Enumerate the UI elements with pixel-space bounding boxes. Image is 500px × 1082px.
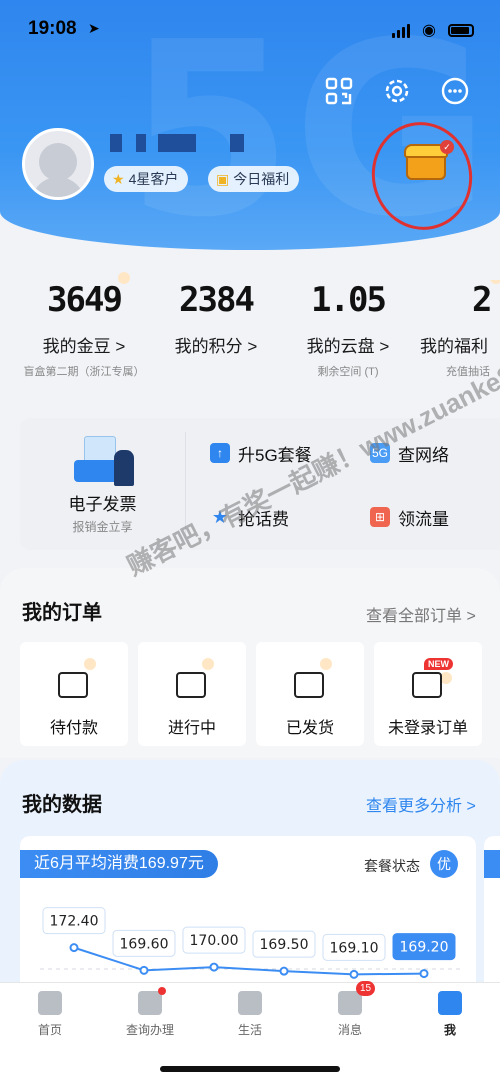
header-actions bbox=[324, 76, 470, 106]
stat-value: 2 bbox=[472, 280, 492, 320]
consumption-line-chart: 172.40 169.60 170.00 169.50 169.10 169.20 bbox=[40, 907, 460, 979]
stat-value: 3649 bbox=[47, 280, 123, 320]
chart-point bbox=[419, 969, 429, 979]
account-stats: 3649 我的金豆 > 盲盒第二期（浙江专属） 2384 我的积分 > 1.05… bbox=[0, 272, 500, 380]
order-tile-label: 待付款 bbox=[49, 720, 98, 737]
query-icon bbox=[138, 987, 166, 1015]
message-count-badge: 15 bbox=[356, 981, 376, 996]
nav-home[interactable]: 首页 bbox=[10, 991, 90, 1038]
order-tile-in-progress[interactable]: 进行中 bbox=[138, 642, 246, 746]
home-indicator bbox=[160, 1066, 340, 1072]
orders-title: 我的订单 bbox=[22, 602, 102, 624]
redacted-name bbox=[230, 134, 244, 152]
order-card-icon bbox=[412, 672, 442, 698]
claim-data-button[interactable]: ⊞ 领流量 bbox=[370, 502, 449, 532]
gift-icon: ⊞ bbox=[370, 507, 390, 527]
settings-gear-icon[interactable] bbox=[382, 76, 412, 106]
nav-query[interactable]: 查询办理 bbox=[110, 987, 190, 1038]
nav-label: 消息 bbox=[337, 1023, 362, 1037]
gift-icon: ▣ bbox=[216, 171, 230, 187]
nav-me[interactable]: 我 bbox=[410, 991, 490, 1038]
stat-label: 我的福利 bbox=[420, 337, 488, 356]
location-icon: ➤ bbox=[88, 20, 100, 36]
invoice-illustration-icon bbox=[70, 436, 140, 492]
qr-code-icon[interactable] bbox=[324, 76, 354, 106]
order-tile-shipped[interactable]: 已发货 bbox=[256, 642, 364, 746]
chart-point bbox=[279, 966, 289, 976]
avatar[interactable] bbox=[22, 128, 94, 200]
home-icon bbox=[38, 991, 62, 1015]
battery-icon bbox=[448, 24, 474, 37]
stat-label: 我的积分 > bbox=[174, 337, 258, 356]
data-title: 我的数据 bbox=[22, 794, 102, 816]
status-bar: 19:08 ➤ ◉ bbox=[0, 16, 500, 46]
nav-life[interactable]: 生活 bbox=[210, 991, 290, 1038]
nav-label: 首页 bbox=[37, 1023, 62, 1037]
status-time: 19:08 bbox=[28, 18, 77, 39]
stat-cloud-disk[interactable]: 1.05 我的云盘 > 剩余空间 (T) bbox=[278, 280, 418, 379]
chart-data-label: 169.20 bbox=[400, 940, 449, 956]
signal-icon bbox=[392, 22, 410, 38]
order-tile-label: 未登录订单 bbox=[387, 720, 468, 737]
view-all-orders-link[interactable]: 查看全部订单 > bbox=[366, 602, 476, 626]
redacted-name bbox=[136, 134, 146, 152]
chart-data-label: 172.40 bbox=[50, 914, 99, 930]
nav-label: 生活 bbox=[237, 1023, 262, 1037]
order-tile-label: 进行中 bbox=[167, 720, 216, 737]
truck-icon bbox=[294, 672, 324, 698]
view-more-analysis-link[interactable]: 查看更多分析 > bbox=[366, 792, 476, 816]
consumption-chart-card[interactable]: 近6月平均消费169.97元 套餐状态 优 172.40 169.60 170.00… bbox=[20, 836, 476, 996]
message-icon: 15 bbox=[338, 981, 376, 1015]
upgrade-icon: ↑ bbox=[210, 443, 230, 463]
nav-messages[interactable]: 15 消息 bbox=[310, 981, 390, 1038]
order-tile-pending-payment[interactable]: 待付款 bbox=[20, 642, 128, 746]
stat-value: 2384 bbox=[179, 280, 255, 320]
stat-sub: 盲盒第二期（浙江专属） bbox=[23, 366, 145, 378]
chart-data-label: 169.60 bbox=[120, 936, 169, 952]
orders-section: 我的订单 查看全部订单 > 待付款 进行中 已发货 NEW 未登录订单 bbox=[0, 568, 500, 758]
me-icon bbox=[438, 991, 462, 1015]
order-tile-unlogged[interactable]: NEW 未登录订单 bbox=[374, 642, 482, 746]
daily-benefit-badge[interactable]: ▣ 今日福利 bbox=[208, 166, 300, 192]
stat-label: 我的云盘 > bbox=[306, 337, 390, 356]
stat-value: 1.05 bbox=[311, 280, 387, 320]
star-icon: ★ bbox=[112, 171, 125, 187]
invoice-title: 电子发票 bbox=[68, 495, 137, 514]
chart-point bbox=[139, 965, 149, 975]
redacted-name bbox=[110, 134, 122, 152]
notification-dot bbox=[158, 987, 166, 995]
wallet-icon bbox=[58, 672, 88, 698]
chart-data-label: 169.10 bbox=[330, 940, 379, 956]
data-section: 我的数据 查看更多分析 > 近6月平均消费169.97元 套餐状态 优 172.… bbox=[0, 760, 500, 996]
stat-gold-beans[interactable]: 3649 我的金豆 > 盲盒第二期（浙江专属） bbox=[14, 272, 154, 379]
chart-point bbox=[69, 943, 79, 953]
in-progress-icon bbox=[176, 672, 206, 698]
wifi-icon: ◉ bbox=[422, 22, 436, 39]
nav-label: 查询办理 bbox=[125, 1023, 174, 1037]
message-bubble-icon[interactable] bbox=[440, 76, 470, 106]
nav-label: 我 bbox=[443, 1023, 456, 1037]
chart-point bbox=[349, 969, 359, 979]
life-icon bbox=[238, 991, 262, 1015]
new-badge: NEW bbox=[424, 658, 453, 670]
chart-data-label: 170.00 bbox=[190, 933, 239, 949]
stat-label: 我的金豆 > bbox=[42, 337, 126, 356]
stat-points[interactable]: 2384 我的积分 > bbox=[146, 280, 286, 363]
stat-sub: 剩余空间 (T) bbox=[317, 366, 379, 378]
next-data-card[interactable] bbox=[484, 836, 500, 996]
redacted-name bbox=[158, 134, 196, 152]
customer-level-badge[interactable]: ★ 4星客户 bbox=[104, 166, 189, 192]
chart-data-label: 169.50 bbox=[260, 937, 309, 953]
chart-point bbox=[209, 962, 219, 972]
order-tile-label: 已发货 bbox=[285, 720, 334, 737]
